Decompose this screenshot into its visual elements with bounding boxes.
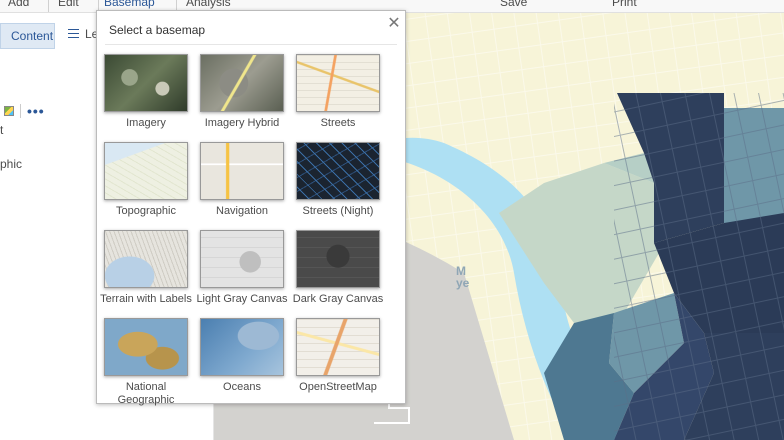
basemap-thumbnail[interactable] [296, 230, 380, 288]
basemap-label: National Geographic [117, 381, 175, 406]
basemap-thumbnail[interactable] [296, 54, 380, 112]
basemap-thumbnail[interactable] [200, 142, 284, 200]
basemap-label: Streets (Night) [302, 205, 374, 217]
basemap-label: Oceans [223, 381, 261, 393]
layer-name-fragment: t [0, 123, 4, 137]
basemap-thumbnail[interactable] [296, 142, 380, 200]
basemap-topographic[interactable]: Topographic [100, 142, 192, 218]
print-menu-button[interactable]: Print [612, 0, 637, 9]
basemap-light-gray[interactable]: Light Gray Canvas [196, 230, 288, 306]
basemap-dark-gray[interactable]: Dark Gray Canvas [292, 230, 384, 306]
basemap-name-fragment: phic [0, 157, 23, 171]
basemap-gallery: Select a basemap ✕ Imagery Imagery Hybri… [96, 10, 406, 407]
basemap-label: Imagery [126, 117, 166, 129]
toolbar-separator [48, 0, 49, 12]
basemap-label: Topographic [116, 205, 176, 217]
basemap-openstreetmap[interactable]: OpenStreetMap [292, 318, 384, 394]
basemap-thumbnail[interactable] [200, 54, 284, 112]
map-water-label: ye [456, 276, 470, 290]
basemap-terrain[interactable]: Terrain with Labels [100, 230, 192, 306]
gallery-divider [105, 44, 397, 45]
gallery-title: Select a basemap [109, 23, 206, 37]
basemap-label: Streets [320, 117, 356, 129]
basemap-thumbnail[interactable] [200, 230, 284, 288]
legend-list-icon [68, 28, 79, 40]
basemap-oceans[interactable]: Oceans [196, 318, 288, 394]
tools-divider [20, 104, 21, 118]
save-menu-button[interactable]: Save [500, 0, 527, 9]
basemap-label: Terrain with Labels [100, 293, 192, 305]
basemap-label: Imagery Hybrid [204, 117, 280, 129]
basemap-thumbnail[interactable] [296, 318, 380, 376]
basemap-thumbnail[interactable] [200, 318, 284, 376]
basemap-thumbnail[interactable] [104, 54, 188, 112]
basemap-label: Dark Gray Canvas [292, 293, 384, 305]
dark-street-grid [614, 93, 784, 440]
basemap-thumbnail[interactable] [104, 318, 188, 376]
basemap-imagery[interactable]: Imagery [100, 54, 192, 130]
basemap-label: Navigation [216, 205, 268, 217]
basemap-label: Light Gray Canvas [196, 293, 288, 305]
analysis-menu-button[interactable]: Analysis [186, 0, 231, 9]
add-menu-button[interactable]: Add [8, 0, 29, 9]
basemap-menu-button[interactable]: Basemap [104, 0, 155, 9]
basemap-streets[interactable]: Streets [292, 54, 384, 130]
basemap-thumbnail[interactable] [104, 142, 188, 200]
edit-menu-button[interactable]: Edit [58, 0, 79, 9]
layer-tools: ••• [4, 104, 45, 118]
tab-content-label: Content [11, 29, 54, 43]
basemap-thumbnail[interactable] [104, 230, 188, 288]
basemap-label: OpenStreetMap [299, 381, 377, 393]
tab-content[interactable]: Content [0, 23, 55, 49]
basemap-layer-icon [4, 106, 14, 116]
more-options-icon[interactable]: ••• [27, 104, 45, 118]
basemap-imagery-hybrid[interactable]: Imagery Hybrid [196, 54, 288, 130]
basemap-navigation[interactable]: Navigation [196, 142, 288, 218]
close-icon[interactable]: ✕ [387, 13, 401, 32]
basemap-national-geographic[interactable]: National Geographic [100, 318, 192, 407]
basemap-streets-night[interactable]: Streets (Night) [292, 142, 384, 218]
